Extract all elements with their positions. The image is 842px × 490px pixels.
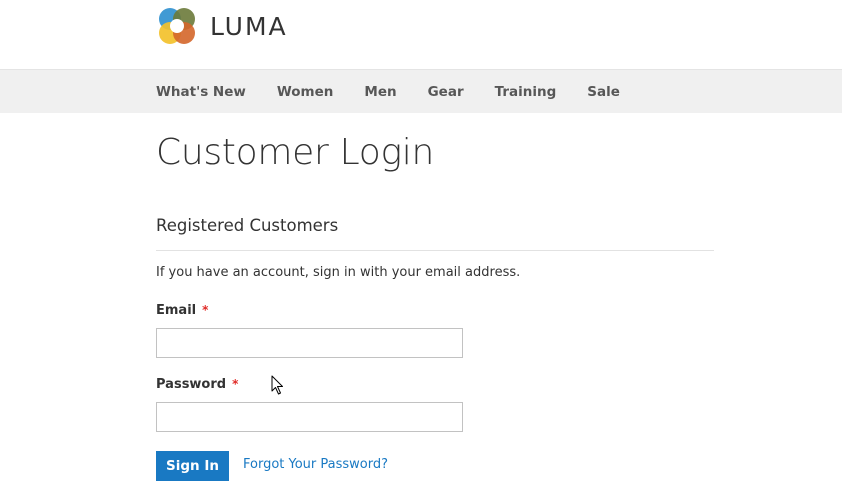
email-required-marker: * [202, 303, 209, 317]
nav-list: What's New Women Men Gear Training Sale [156, 70, 651, 114]
email-label: Email * [156, 303, 208, 318]
nav-item-gear[interactable]: Gear [428, 84, 464, 100]
password-field[interactable] [156, 402, 463, 432]
password-label: Password * [156, 377, 238, 392]
mouse-pointer-icon [271, 375, 285, 400]
password-required-marker: * [232, 377, 239, 391]
login-intro-text: If you have an account, sign in with you… [156, 265, 521, 280]
nav-item-women[interactable]: Women [277, 84, 334, 100]
forgot-password-link[interactable]: Forgot Your Password? [243, 457, 388, 472]
luma-logo-icon [159, 8, 195, 44]
site-header: LUMA [0, 0, 842, 69]
main-navigation: What's New Women Men Gear Training Sale [0, 69, 842, 113]
registered-customers-title: Registered Customers [156, 216, 339, 235]
nav-item-training[interactable]: Training [495, 84, 557, 100]
logo-text: LUMA [210, 11, 288, 41]
section-divider [156, 250, 714, 251]
nav-item-whats-new[interactable]: What's New [156, 84, 246, 100]
email-label-text: Email [156, 303, 197, 318]
luma-logo-link[interactable]: LUMA [156, 4, 288, 48]
email-field[interactable] [156, 328, 463, 358]
sign-in-button[interactable]: Sign In [156, 451, 229, 481]
nav-item-sale[interactable]: Sale [587, 84, 620, 100]
password-label-text: Password [156, 377, 227, 392]
nav-item-men[interactable]: Men [364, 84, 396, 100]
page-title: Customer Login [156, 132, 434, 173]
